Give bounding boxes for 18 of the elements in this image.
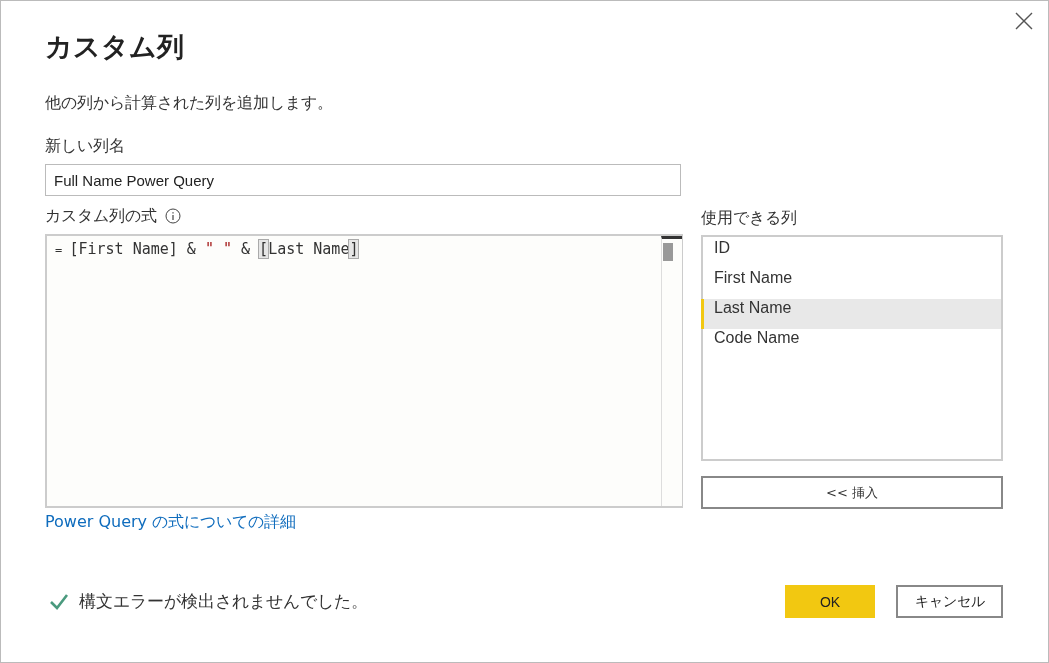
scrollbar[interactable] bbox=[661, 236, 682, 506]
column-list-item[interactable]: Last Name bbox=[701, 299, 1001, 329]
field-label: 使用できる列 bbox=[701, 208, 798, 229]
column-list-item[interactable]: First Name bbox=[701, 269, 1001, 299]
field-label: 新しい列名 bbox=[45, 136, 126, 157]
column-list-item[interactable]: Code Name bbox=[701, 329, 1001, 359]
column-name-field[interactable]: Full Name Power Query bbox=[45, 164, 681, 196]
cancel-button[interactable]: キャンセル bbox=[896, 585, 1003, 618]
help-link[interactable]: Power Query の式についての詳細 bbox=[45, 512, 297, 533]
insert-button[interactable]: << 挿入 bbox=[701, 476, 1003, 509]
dialog-title: カスタム列 bbox=[45, 30, 185, 64]
ok-button[interactable]: OK bbox=[785, 585, 875, 618]
field-label: カスタム列の式 bbox=[45, 205, 157, 227]
status-message: 構文エラーが検出されませんでした。 bbox=[79, 590, 368, 613]
column-list-item[interactable]: ID bbox=[701, 239, 1001, 269]
dialog-description: 他の列から計算された列を追加します。 bbox=[45, 93, 334, 114]
close-icon[interactable] bbox=[1014, 11, 1034, 31]
info-icon[interactable] bbox=[165, 208, 181, 224]
